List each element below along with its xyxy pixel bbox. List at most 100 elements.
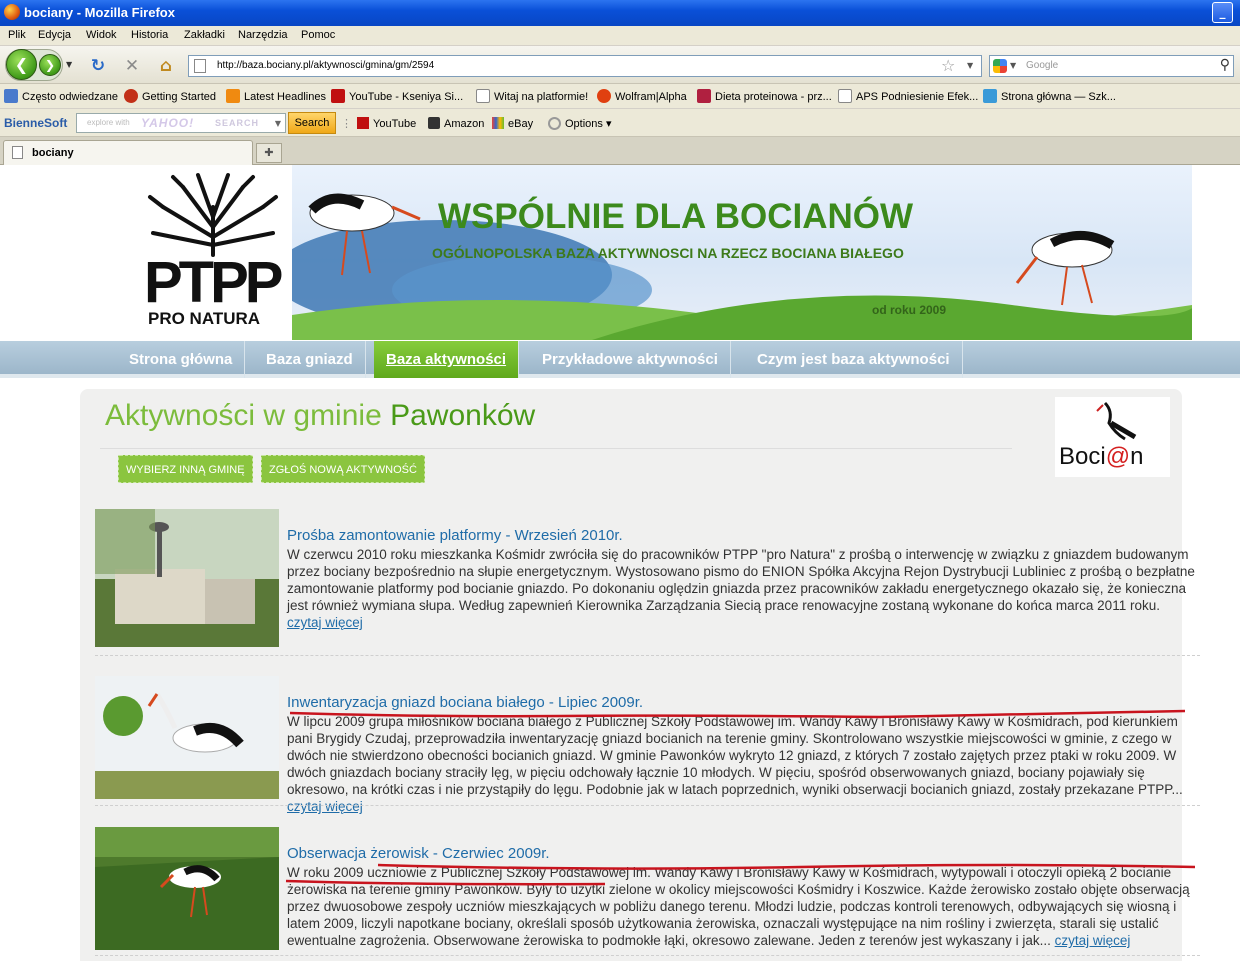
banner-subtitle: OGÓLNOPOLSKA BAZA AKTYWNOSCI NA RZECZ BO… <box>432 245 904 261</box>
tab-bociany[interactable]: bociany <box>3 140 253 165</box>
page-icon <box>838 89 852 103</box>
page-title-place: Pawonków <box>390 399 536 432</box>
bookmark-item[interactable]: Dieta proteinowa - prz... <box>697 89 832 103</box>
menu-tools[interactable]: Narzędzia <box>238 29 288 41</box>
bookmark-label: Dieta proteinowa - prz... <box>715 91 832 103</box>
bookmark-star-icon[interactable]: ☆ <box>941 56 955 75</box>
toolbar-link-label: YouTube <box>373 118 417 130</box>
back-button[interactable]: ❮ <box>6 49 37 80</box>
web-search-box[interactable]: ▼ Google ⚲ <box>989 55 1234 77</box>
page-icon <box>12 146 23 159</box>
bocian-text-a: Boci <box>1059 443 1106 470</box>
menu-edit[interactable]: Edycja <box>38 29 71 41</box>
bookmark-item[interactable]: Witaj na platformie! <box>476 89 588 103</box>
toolbar-link-ebay[interactable]: eBay <box>492 117 533 130</box>
nav-nest-database[interactable]: Baza gniazd <box>254 341 366 378</box>
window-titlebar: bociany - Mozilla Firefox _ <box>0 0 1240 26</box>
bocian-text: Boci@n <box>1059 443 1143 471</box>
firefox-icon <box>4 4 20 20</box>
search-engine-dropdown-icon[interactable]: ▼ <box>1010 61 1016 70</box>
google-icon[interactable] <box>993 59 1007 73</box>
forward-button[interactable]: ❯ <box>39 54 61 76</box>
site-banner: PTPP PRO NATURA WSPÓLNIE DLA BOCIANÓW OG… <box>0 165 1240 340</box>
menu-file[interactable]: Plik <box>8 29 26 41</box>
menu-view[interactable]: Widok <box>86 29 117 41</box>
menu-bookmarks[interactable]: Zakładki <box>184 29 225 41</box>
stop-icon[interactable]: ✕ <box>121 55 143 77</box>
menu-history[interactable]: Historia <box>131 29 168 41</box>
bookmark-item[interactable]: YouTube - Kseniya Si... <box>331 89 463 103</box>
post-title[interactable]: Prośba zamontowanie platformy - Wrzesień… <box>287 527 623 544</box>
read-more-link[interactable]: czytaj więcej <box>1055 933 1131 948</box>
search-hint-word: SEARCH <box>215 118 260 128</box>
bookmark-item[interactable]: Getting Started <box>124 89 216 103</box>
meadow-stork-photo <box>95 827 279 950</box>
post-divider <box>95 955 1200 956</box>
choose-commune-button[interactable]: WYBIERZ INNĄ GMINĘ <box>118 455 253 483</box>
rss-icon <box>226 89 240 103</box>
bookmark-item[interactable]: Latest Headlines <box>226 89 326 103</box>
nav-home[interactable]: Strona główna <box>117 341 246 378</box>
nav-about-database[interactable]: Czym jest baza aktywności <box>745 341 963 378</box>
post-body: W czerwcu 2010 roku mieszkanka Kośmidr z… <box>287 546 1195 631</box>
toolbar-link-amazon[interactable]: Amazon <box>428 117 484 130</box>
toolbar-search-input[interactable]: explore with YAHOO! SEARCH ▼ <box>76 113 286 133</box>
address-url[interactable]: http://baza.bociany.pl/aktywnosci/gmina/… <box>217 60 434 71</box>
address-bar[interactable]: http://baza.bociany.pl/aktywnosci/gmina/… <box>188 55 982 77</box>
activity-post: Inwentaryzacja gniazd bociana białego - … <box>95 676 1200 814</box>
tab-label: bociany <box>32 147 74 159</box>
logo-subtitle: PRO NATURA <box>148 309 261 328</box>
youtube-icon <box>357 117 369 129</box>
page-title-prefix: Aktywności w gminie <box>105 399 382 432</box>
post-thumbnail[interactable] <box>95 827 279 950</box>
bookmark-item[interactable]: APS Podniesienie Efek... <box>838 89 978 103</box>
new-tab-button[interactable]: ✚ <box>256 143 282 163</box>
nav-example-activities[interactable]: Przykładowe aktywności <box>530 341 731 378</box>
post-title[interactable]: Inwentaryzacja gniazd bociana białego - … <box>287 694 643 711</box>
read-more-link[interactable]: czytaj więcej <box>287 615 363 630</box>
navigation-toolbar: ❮ ❯ ▼ ↻ ✕ ⌂ http://baza.bociany.pl/aktyw… <box>0 46 1240 84</box>
read-more-link[interactable]: czytaj więcej <box>287 799 363 814</box>
address-dropdown-icon[interactable]: ▼ <box>967 61 973 70</box>
school-icon <box>983 89 997 103</box>
bookmark-item[interactable]: Strona główna — Szk... <box>983 89 1116 103</box>
toolbar-options[interactable]: Options ▾ <box>548 117 612 130</box>
bocian-text-b: n <box>1130 443 1144 470</box>
history-dropdown-icon[interactable]: ▼ <box>66 60 72 69</box>
report-activity-button[interactable]: ZGŁOŚ NOWĄ AKTYWNOŚĆ <box>261 455 425 483</box>
toolbar-link-label: Options <box>565 118 603 130</box>
nav-activity-database[interactable]: Baza aktywności <box>374 341 520 378</box>
home-icon[interactable]: ⌂ <box>155 55 177 77</box>
search-placeholder[interactable]: Google <box>1026 60 1058 71</box>
toolbar-link-youtube[interactable]: YouTube <box>357 117 416 130</box>
menu-bar: Plik Edycja Widok Historia Zakładki Narz… <box>0 26 1240 46</box>
ptpp-logo[interactable]: PTPP PRO NATURA <box>138 167 288 337</box>
toolbar-link-label: Amazon <box>444 118 485 130</box>
minimize-button[interactable]: _ <box>1212 2 1233 23</box>
bookmark-item[interactable]: Często odwiedzane <box>4 89 118 103</box>
banner-since: od roku 2009 <box>872 303 947 317</box>
bookmark-item[interactable]: Wolfram|Alpha <box>597 89 687 103</box>
bocian-badge[interactable]: Boci@n <box>1055 397 1170 477</box>
main-navigation: Strona główna Baza gniazd Baza aktywnośc… <box>0 341 1240 378</box>
post-text: W czerwcu 2010 roku mieszkanka Kośmidr z… <box>287 547 1195 613</box>
post-body: W lipcu 2009 grupa miłośników bociana bi… <box>287 713 1195 815</box>
menu-help[interactable]: Pomoc <box>301 29 335 41</box>
tree-logo-icon <box>148 173 278 257</box>
building-photo <box>95 509 279 647</box>
wolfram-icon <box>597 89 611 103</box>
toolbar-brand[interactable]: BienneSoft <box>4 116 67 130</box>
reload-icon[interactable]: ↻ <box>87 55 109 77</box>
toolbar-search-button[interactable]: Search <box>288 112 336 134</box>
post-divider <box>95 805 1200 806</box>
stork-photo <box>95 676 279 799</box>
bookmark-label: YouTube - Kseniya Si... <box>349 91 464 103</box>
bookmark-label: Wolfram|Alpha <box>615 91 687 103</box>
chevron-down-icon[interactable]: ▼ <box>275 119 281 128</box>
grip-icon: ⋮ <box>341 118 352 130</box>
search-icon[interactable]: ⚲ <box>1220 57 1230 73</box>
post-thumbnail[interactable] <box>95 509 279 647</box>
ladybug-icon <box>124 89 138 103</box>
post-thumbnail[interactable] <box>95 676 279 799</box>
post-title[interactable]: Obserwacja żerowisk - Czerwiec 2009r. <box>287 845 550 862</box>
